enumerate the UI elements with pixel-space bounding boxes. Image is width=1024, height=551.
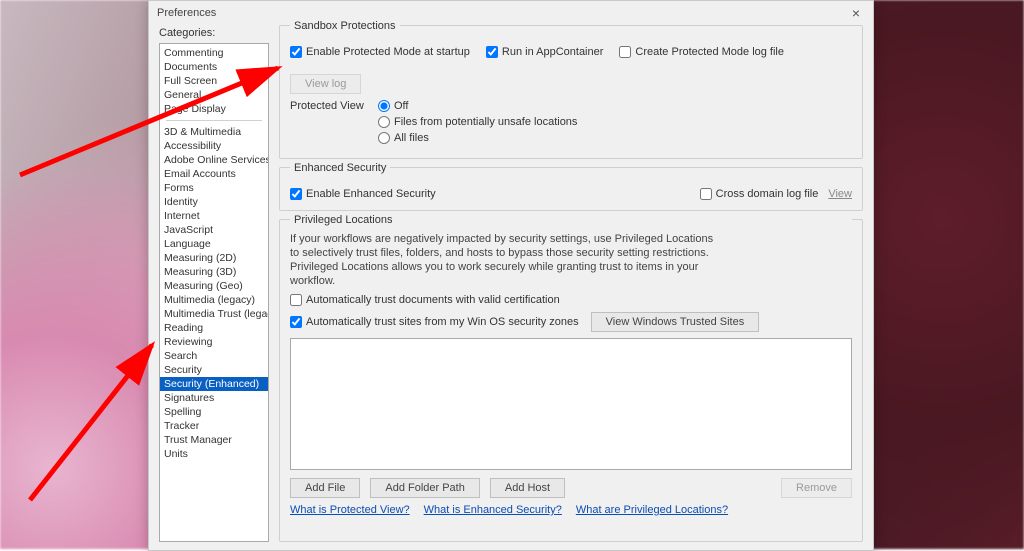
link-privileged-locations[interactable]: What are Privileged Locations?: [576, 504, 728, 516]
category-item[interactable]: Identity: [160, 195, 268, 209]
categories-panel: Categories: CommentingDocumentsFull Scre…: [159, 25, 269, 542]
auto-trust-os-checkbox[interactable]: Automatically trust sites from my Win OS…: [290, 316, 579, 328]
category-item[interactable]: Language: [160, 237, 268, 251]
categories-list[interactable]: CommentingDocumentsFull ScreenGeneralPag…: [159, 43, 269, 542]
category-item[interactable]: Email Accounts: [160, 167, 268, 181]
category-item[interactable]: Multimedia Trust (legacy): [160, 307, 268, 321]
pv-unsafe-radio[interactable]: Files from potentially unsafe locations: [378, 116, 577, 128]
view-trusted-sites-button[interactable]: View Windows Trusted Sites: [591, 312, 760, 332]
protected-view-label: Protected View: [290, 100, 368, 112]
add-file-button[interactable]: Add File: [290, 478, 360, 498]
titlebar: Preferences ×: [149, 1, 873, 25]
auto-trust-cert-checkbox[interactable]: Automatically trust documents with valid…: [290, 294, 852, 306]
category-item[interactable]: Spelling: [160, 405, 268, 419]
view-log-button: View log: [290, 74, 361, 94]
enable-protected-mode-checkbox[interactable]: Enable Protected Mode at startup: [290, 46, 470, 58]
category-item[interactable]: Tracker: [160, 419, 268, 433]
sandbox-group: Sandbox Protections Enable Protected Mod…: [279, 25, 863, 159]
category-item[interactable]: Internet: [160, 209, 268, 223]
category-item[interactable]: Units: [160, 447, 268, 461]
enhanced-view-link[interactable]: View: [828, 188, 852, 200]
enhanced-title: Enhanced Security: [290, 162, 390, 174]
privileged-description: If your workflows are negatively impacte…: [290, 232, 720, 288]
category-item[interactable]: Forms: [160, 181, 268, 195]
privileged-title: Privileged Locations: [290, 214, 852, 226]
add-host-button[interactable]: Add Host: [490, 478, 565, 498]
category-item[interactable]: Trust Manager: [160, 433, 268, 447]
run-appcontainer-checkbox[interactable]: Run in AppContainer: [486, 46, 604, 58]
category-item[interactable]: Adobe Online Services: [160, 153, 268, 167]
remove-button: Remove: [781, 478, 852, 498]
pv-off-radio[interactable]: Off: [378, 100, 577, 112]
category-item[interactable]: Accessibility: [160, 139, 268, 153]
category-item[interactable]: Measuring (Geo): [160, 279, 268, 293]
category-item[interactable]: 3D & Multimedia: [160, 125, 268, 139]
create-log-checkbox[interactable]: Create Protected Mode log file: [619, 46, 784, 58]
category-item[interactable]: Documents: [160, 60, 268, 74]
category-item[interactable]: Commenting: [160, 46, 268, 60]
dialog-title: Preferences: [157, 7, 847, 19]
category-item[interactable]: Reading: [160, 321, 268, 335]
preferences-dialog: Preferences × Categories: CommentingDocu…: [148, 0, 874, 551]
sandbox-title: Sandbox Protections: [290, 20, 400, 32]
privileged-locations-listbox[interactable]: [290, 338, 852, 470]
settings-panel: Sandbox Protections Enable Protected Mod…: [279, 25, 863, 542]
category-item-selected[interactable]: Security (Enhanced): [160, 377, 268, 391]
category-item[interactable]: Reviewing: [160, 335, 268, 349]
category-item[interactable]: Multimedia (legacy): [160, 293, 268, 307]
categories-label: Categories:: [159, 27, 269, 39]
category-item[interactable]: Page Display: [160, 102, 268, 116]
category-item[interactable]: JavaScript: [160, 223, 268, 237]
link-enhanced-security[interactable]: What is Enhanced Security?: [424, 504, 562, 516]
privileged-group: Privileged Locations If your workflows a…: [279, 219, 863, 542]
category-item[interactable]: General: [160, 88, 268, 102]
category-item[interactable]: Security: [160, 363, 268, 377]
pv-all-radio[interactable]: All files: [378, 132, 577, 144]
enhanced-group: Enhanced Security Enable Enhanced Securi…: [279, 167, 863, 211]
cross-domain-log-checkbox[interactable]: Cross domain log file: [700, 188, 819, 200]
link-protected-view[interactable]: What is Protected View?: [290, 504, 410, 516]
enable-enhanced-checkbox[interactable]: Enable Enhanced Security: [290, 188, 436, 200]
category-item[interactable]: Signatures: [160, 391, 268, 405]
category-item[interactable]: Measuring (2D): [160, 251, 268, 265]
close-icon[interactable]: ×: [847, 5, 865, 21]
category-item[interactable]: Search: [160, 349, 268, 363]
category-item[interactable]: Full Screen: [160, 74, 268, 88]
add-folder-button[interactable]: Add Folder Path: [370, 478, 480, 498]
category-item[interactable]: Measuring (3D): [160, 265, 268, 279]
